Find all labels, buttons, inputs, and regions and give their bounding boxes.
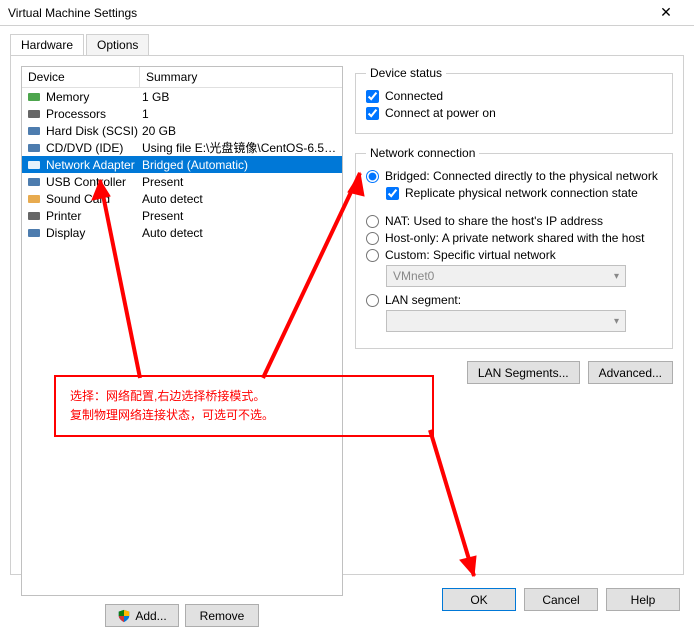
display-icon [26, 226, 42, 240]
device-name: Processors [46, 107, 142, 121]
tab-panel: Device Summary Memory1 GBProcessors1Hard… [10, 55, 684, 575]
bridged-radio[interactable]: Bridged: Connected directly to the physi… [366, 169, 662, 183]
lan-segment-radio[interactable]: LAN segment: [366, 293, 662, 307]
replicate-checkbox[interactable]: Replicate physical network connection st… [386, 186, 662, 200]
device-summary: Using file E:\光盘镜像\CentOS-6.5-... [142, 139, 338, 156]
left-pane: Device Summary Memory1 GBProcessors1Hard… [21, 66, 343, 564]
bridged-radio-input[interactable] [366, 170, 379, 183]
close-icon[interactable]: ✕ [646, 4, 686, 21]
device-row-usb[interactable]: USB ControllerPresent [22, 173, 342, 190]
window-title: Virtual Machine Settings [8, 6, 137, 20]
tab-hardware[interactable]: Hardware [10, 34, 84, 55]
nat-radio-input[interactable] [366, 215, 379, 228]
memory-icon [26, 90, 42, 104]
device-name: Sound Card [46, 192, 142, 206]
right-pane: Device status Connected Connect at power… [355, 66, 673, 564]
device-name: USB Controller [46, 175, 142, 189]
device-row-memory[interactable]: Memory1 GB [22, 88, 342, 105]
dialog-buttons: OK Cancel Help [442, 588, 680, 611]
network-connection-group: Network connection Bridged: Connected di… [355, 146, 673, 349]
remove-button[interactable]: Remove [185, 604, 259, 627]
device-summary: Auto detect [142, 226, 338, 240]
device-status-legend: Device status [366, 66, 446, 80]
chevron-down-icon: ▾ [614, 316, 619, 327]
usb-icon [26, 175, 42, 189]
header-summary[interactable]: Summary [140, 67, 342, 87]
device-name: Display [46, 226, 142, 240]
connect-at-poweron-input[interactable] [366, 107, 379, 120]
connected-checkbox[interactable]: Connected [366, 89, 662, 103]
custom-radio-input[interactable] [366, 249, 379, 262]
device-summary: 1 [142, 107, 338, 121]
device-status-group: Device status Connected Connect at power… [355, 66, 673, 134]
device-row-display[interactable]: DisplayAuto detect [22, 224, 342, 241]
cpu-icon [26, 107, 42, 121]
net-icon [26, 158, 42, 172]
device-summary: Bridged (Automatic) [142, 158, 338, 172]
ok-button[interactable]: OK [442, 588, 516, 611]
add-button[interactable]: Add... [105, 604, 179, 627]
cd-icon [26, 141, 42, 155]
network-connection-legend: Network connection [366, 146, 479, 160]
connected-checkbox-input[interactable] [366, 90, 379, 103]
device-summary: Auto detect [142, 192, 338, 206]
lan-segments-button[interactable]: LAN Segments... [467, 361, 580, 384]
lan-segment-dropdown: ▾ [386, 310, 626, 332]
nat-radio[interactable]: NAT: Used to share the host's IP address [366, 214, 662, 228]
device-summary: Present [142, 175, 338, 189]
chevron-down-icon: ▾ [614, 271, 619, 282]
device-name: CD/DVD (IDE) [46, 141, 142, 155]
tab-options[interactable]: Options [86, 34, 149, 55]
add-button-label: Add... [135, 609, 166, 623]
printer-icon [26, 209, 42, 223]
tab-strip: Hardware Options [10, 34, 684, 55]
titlebar: Virtual Machine Settings ✕ [0, 0, 694, 26]
device-name: Memory [46, 90, 142, 104]
device-summary: 1 GB [142, 90, 338, 104]
lan-segment-radio-input[interactable] [366, 294, 379, 307]
device-row-hdd[interactable]: Hard Disk (SCSI)20 GB [22, 122, 342, 139]
device-name: Network Adapter [46, 158, 142, 172]
hostonly-radio[interactable]: Host-only: A private network shared with… [366, 231, 662, 245]
device-summary: Present [142, 209, 338, 223]
device-summary: 20 GB [142, 124, 338, 138]
cancel-button[interactable]: Cancel [524, 588, 598, 611]
custom-radio[interactable]: Custom: Specific virtual network [366, 248, 662, 262]
device-list-header: Device Summary [22, 67, 342, 88]
help-button[interactable]: Help [606, 588, 680, 611]
device-list: Device Summary Memory1 GBProcessors1Hard… [21, 66, 343, 596]
hdd-icon [26, 124, 42, 138]
uac-shield-icon [117, 609, 131, 623]
replicate-checkbox-input[interactable] [386, 187, 399, 200]
sound-icon [26, 192, 42, 206]
hostonly-radio-input[interactable] [366, 232, 379, 245]
header-device[interactable]: Device [22, 67, 140, 87]
device-name: Printer [46, 209, 142, 223]
device-row-cpu[interactable]: Processors1 [22, 105, 342, 122]
device-name: Hard Disk (SCSI) [46, 124, 142, 138]
device-row-cd[interactable]: CD/DVD (IDE)Using file E:\光盘镜像\CentOS-6.… [22, 139, 342, 156]
vmnet-dropdown: VMnet0 ▾ [386, 265, 626, 287]
device-row-net[interactable]: Network AdapterBridged (Automatic) [22, 156, 342, 173]
connect-at-poweron-checkbox[interactable]: Connect at power on [366, 106, 662, 120]
device-row-printer[interactable]: PrinterPresent [22, 207, 342, 224]
device-row-sound[interactable]: Sound CardAuto detect [22, 190, 342, 207]
advanced-button[interactable]: Advanced... [588, 361, 673, 384]
